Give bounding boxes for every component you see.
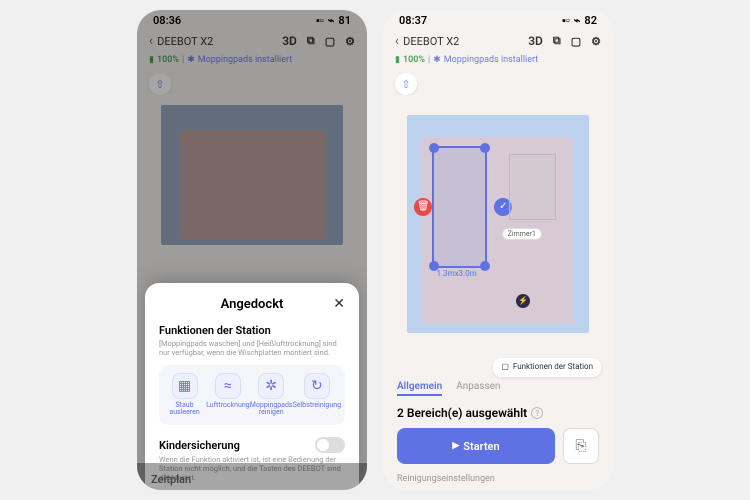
- selected-areas-label: 2 Bereich(e) ausgewählt ?: [383, 400, 613, 428]
- header-title: DEEBOT X2: [403, 35, 459, 48]
- help-icon[interactable]: ?: [531, 407, 543, 419]
- signal-icon: ▪▫: [562, 14, 570, 27]
- selection-zone-1[interactable]: 1.3mx3.0m: [432, 146, 487, 268]
- station-functions-row: ▦ Staub ausleeren ≈ Lufttrocknung ✲ Mopp…: [159, 365, 345, 425]
- empty-dust-button[interactable]: ▦ Staub ausleeren: [163, 373, 206, 417]
- wifi-icon: ⌁: [574, 14, 581, 27]
- clean-pads-button[interactable]: ✲ Moppingpads reinigen: [250, 373, 293, 417]
- station-functions-title: Funktionen der Station: [159, 324, 345, 337]
- camera-icon[interactable]: ⧉: [553, 34, 561, 48]
- tab-general[interactable]: Allgemein: [397, 381, 442, 396]
- air-dry-button[interactable]: ≈ Lufttrocknung: [206, 373, 250, 417]
- selection-zone-2[interactable]: [509, 154, 556, 219]
- view-3d-button[interactable]: 3D: [528, 34, 543, 48]
- play-icon: ▶: [452, 441, 459, 451]
- status-bar: 08:37 ▪▫ ⌁ 82: [383, 10, 613, 29]
- delete-zone-button[interactable]: 🗑: [414, 198, 432, 216]
- right-screenshot: 08:37 ▪▫ ⌁ 82 ‹ DEEBOT X2 3D ⧉ ▢ ⚙ ▮ 100…: [383, 10, 613, 490]
- gear-icon: ✱: [433, 55, 441, 65]
- mode-tabs: Allgemein Anpassen: [383, 373, 613, 400]
- docked-sheet: Angedockt ✕ Funktionen der Station [Mopp…: [145, 283, 359, 490]
- time: 08:37: [399, 14, 427, 27]
- compass-button[interactable]: ⇧: [395, 73, 417, 95]
- tab-customize[interactable]: Anpassen: [456, 381, 500, 396]
- dust-icon: ▦: [172, 373, 198, 399]
- schedule-peek[interactable]: Zeitplan: [137, 463, 367, 490]
- sub-status: ▮ 100% | ✱ Moppingpads installiert: [383, 53, 613, 67]
- battery-icon: 82: [584, 14, 597, 27]
- battery-pct: 100%: [403, 55, 425, 65]
- station-icon: ▢: [501, 363, 509, 372]
- sheet-title: Angedockt: [221, 297, 284, 312]
- selfclean-icon: ↻: [304, 373, 330, 399]
- cleaning-settings-link[interactable]: Reinigungseinstellungen: [383, 474, 613, 490]
- airdry-icon: ≈: [215, 373, 241, 399]
- left-screenshot: 08:36 ▪▫ ⌁ 81 ‹ DEEBOT X2 3D ⧉ ▢ ⚙ ▮ 100…: [137, 10, 367, 490]
- station-functions-pill[interactable]: ▢ Funktionen der Station: [493, 358, 601, 377]
- start-button[interactable]: ▶ Starten: [397, 428, 555, 464]
- dock-icon: ⚡: [516, 294, 530, 308]
- pads-icon: ✲: [258, 373, 284, 399]
- room-label[interactable]: Zimmer1: [502, 228, 542, 240]
- save-layout-button[interactable]: ⎘: [563, 428, 599, 464]
- app-header: ‹ DEEBOT X2 3D ⧉ ▢ ⚙: [383, 29, 613, 53]
- child-lock-title: Kindersicherung: [159, 439, 240, 452]
- map-area[interactable]: 1.3mx3.0m 🗑 ✓ Zimmer1 ⚡ ▢ Funktionen der…: [383, 95, 613, 373]
- station-functions-sub: [Moppingpads waschen] und [Heißlufttrock…: [159, 339, 345, 357]
- settings-icon[interactable]: ⚙: [591, 35, 601, 48]
- self-clean-button[interactable]: ↻ Selbstreinigung: [293, 373, 341, 417]
- mop-status-link[interactable]: Moppingpads installiert: [444, 55, 538, 65]
- back-button[interactable]: ‹: [395, 33, 399, 49]
- close-icon[interactable]: ✕: [333, 296, 345, 312]
- zone-dimensions: 1.3mx3.0m: [436, 269, 476, 278]
- child-lock-toggle[interactable]: [315, 437, 345, 453]
- battery-icon: ▮: [395, 55, 400, 65]
- map-icon[interactable]: ▢: [571, 35, 581, 48]
